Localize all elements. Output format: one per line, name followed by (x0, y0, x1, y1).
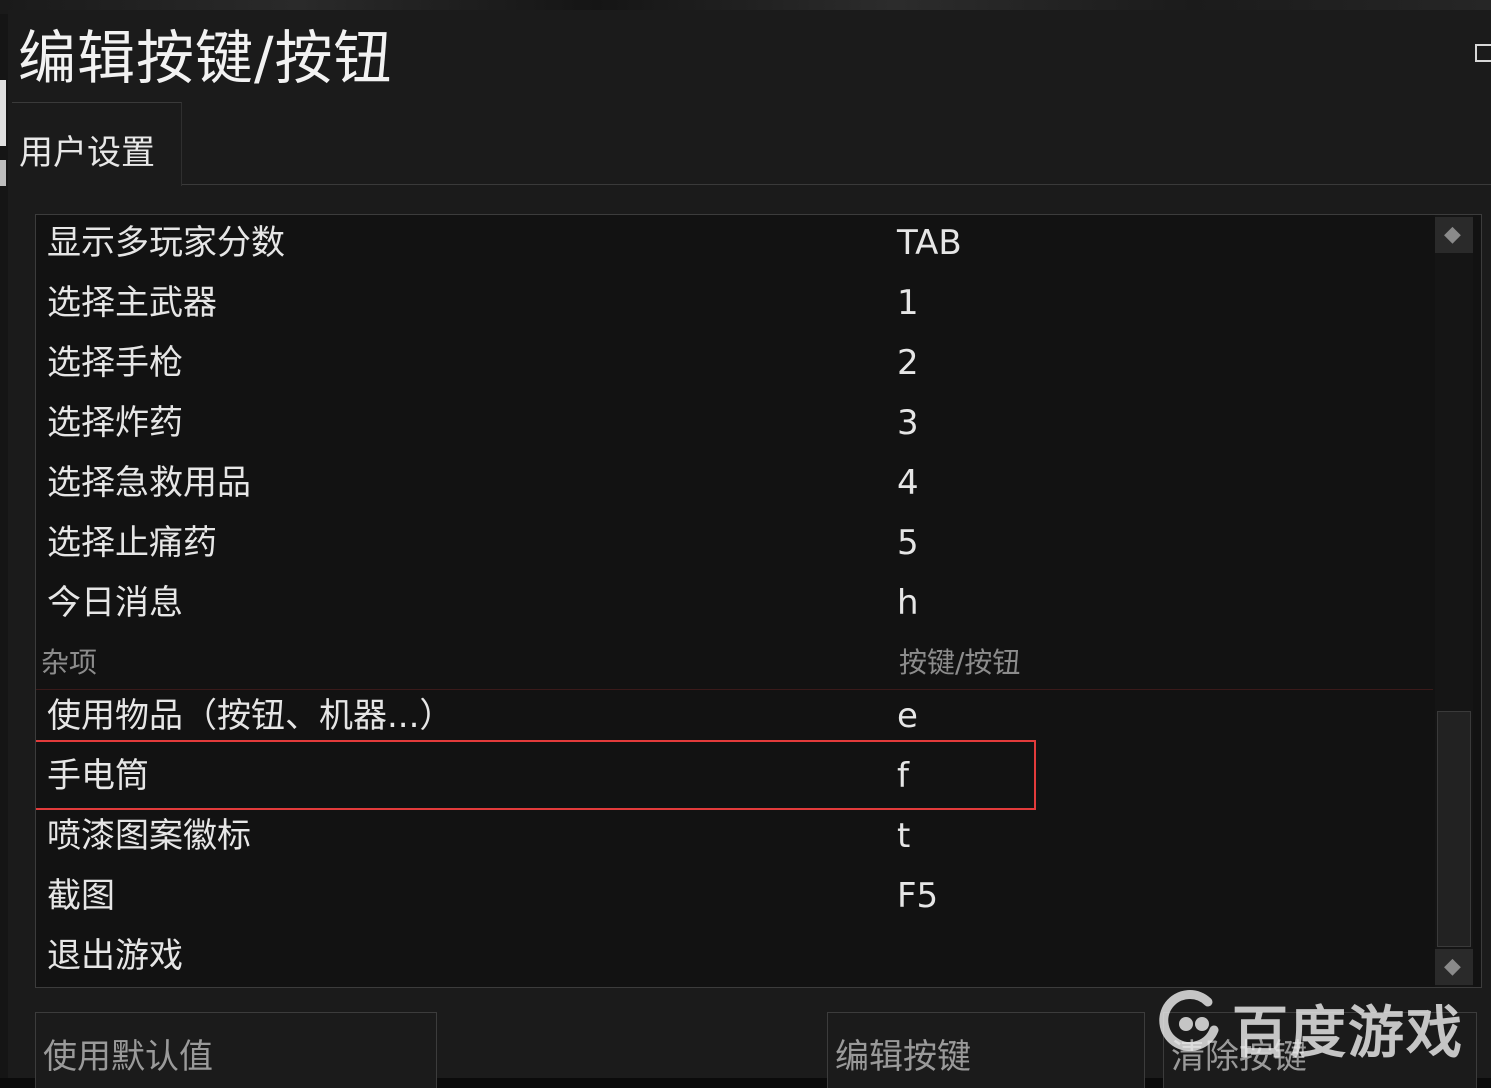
action-label: 退出游戏 (47, 936, 183, 976)
key-value: F5 (897, 876, 939, 916)
list-item[interactable]: 使用物品（按钮、机器...） e (36, 688, 1433, 748)
list-item[interactable]: 显示多玩家分数 TAB (36, 215, 1433, 275)
list-item[interactable]: 喷漆图案徽标 t (36, 808, 1433, 868)
action-label: 选择急救用品 (47, 463, 251, 503)
section-key-header: 按键/按钮 (899, 646, 1021, 679)
scroll-up-button[interactable]: ◆ (1435, 217, 1473, 253)
list-item[interactable]: 退出游戏 (36, 928, 1433, 987)
use-defaults-button[interactable]: 使用默认值 (35, 1012, 437, 1088)
action-label: 选择炸药 (47, 403, 183, 443)
list-item-flashlight[interactable]: 手电筒 f (36, 748, 1433, 808)
key-value: t (897, 816, 911, 856)
action-label: 选择主武器 (47, 283, 217, 323)
action-label: 使用物品（按钮、机器...） (47, 696, 454, 736)
action-label: 今日消息 (47, 583, 183, 623)
edit-key-button[interactable]: 编辑按键 (827, 1012, 1145, 1088)
key-value: 2 (897, 343, 919, 383)
tab-divider (182, 184, 1491, 185)
key-value: 1 (897, 283, 919, 323)
watermark-text: 百度游戏 (1232, 1001, 1464, 1066)
action-label: 手电筒 (47, 756, 149, 796)
list-item[interactable]: 选择急救用品 4 (36, 455, 1433, 515)
list-item[interactable]: 选择手枪 2 (36, 335, 1433, 395)
key-value: 3 (897, 403, 919, 443)
action-label: 截图 (47, 876, 115, 916)
list-item[interactable]: 选择止痛药 5 (36, 515, 1433, 575)
key-value: e (897, 696, 918, 736)
key-value: 4 (897, 463, 919, 503)
background-left-mark (0, 80, 6, 146)
key-value: TAB (897, 223, 962, 263)
section-label: 杂项 (41, 646, 98, 679)
window-restore-icon[interactable] (1475, 44, 1491, 62)
keybind-dialog: 编辑按键/按钮 用户设置 显示多玩家分数 TAB 选择主武器 1 选择手枪 2 … (8, 10, 1491, 1088)
list-item[interactable]: 截图 F5 (36, 868, 1433, 928)
action-label: 选择止痛药 (47, 523, 217, 563)
tab-user-settings[interactable]: 用户设置 (12, 102, 182, 186)
key-value: f (897, 756, 909, 796)
diamond-arrow-up-icon: ◆ (1444, 222, 1461, 247)
action-label: 喷漆图案徽标 (47, 816, 251, 856)
list-item[interactable]: 今日消息 h (36, 575, 1433, 635)
action-label: 选择手枪 (47, 343, 183, 383)
action-label: 显示多玩家分数 (47, 223, 285, 263)
button-label: 使用默认值 (43, 1037, 213, 1077)
baidu-games-logo-icon (1159, 990, 1219, 1051)
tab-label: 用户设置 (19, 133, 155, 173)
scroll-thumb[interactable] (1437, 711, 1471, 947)
keybind-list[interactable]: 显示多玩家分数 TAB 选择主武器 1 选择手枪 2 选择炸药 3 选择急救用品… (35, 214, 1482, 988)
diamond-arrow-down-icon: ◆ (1444, 954, 1461, 979)
list-item[interactable]: 选择主武器 1 (36, 275, 1433, 335)
button-label: 编辑按键 (835, 1037, 971, 1077)
scrollbar[interactable]: ◆ ◆ (1435, 215, 1473, 987)
key-value: 5 (897, 523, 919, 563)
section-header-misc: 杂项 按键/按钮 (36, 639, 1433, 690)
list-item[interactable]: 选择炸药 3 (36, 395, 1433, 455)
key-value: h (897, 583, 919, 623)
scroll-down-button[interactable]: ◆ (1435, 949, 1473, 985)
dialog-title: 编辑按键/按钮 (18, 24, 393, 92)
background-left-mark-2 (0, 160, 6, 186)
